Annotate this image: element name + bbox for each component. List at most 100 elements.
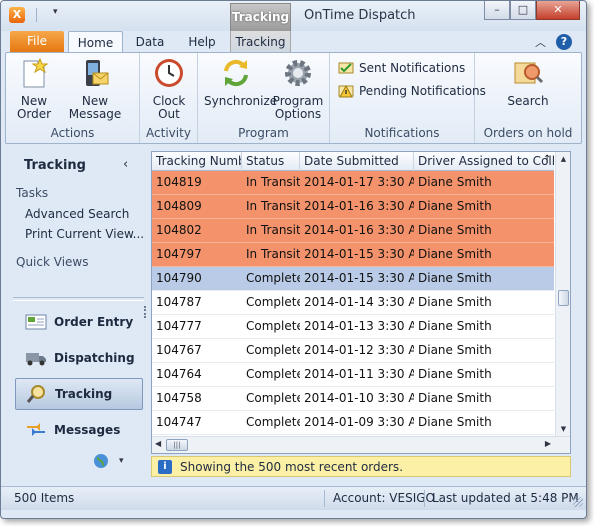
- cell-date-submitted: 2014-01-16 3:30 AM: [304, 199, 414, 213]
- sent-notifications-button[interactable]: Sent Notifications: [338, 59, 465, 77]
- cell-driver: Diane Smith: [418, 343, 492, 357]
- table-row[interactable]: 104747 Completed 2014-01-09 3:30 AM Diane S…: [152, 411, 554, 435]
- cell-driver: Diane Smith: [418, 247, 492, 261]
- tab-data[interactable]: Data: [129, 31, 171, 53]
- print-current-view-link[interactable]: Print Current View...: [25, 227, 144, 241]
- tab-home[interactable]: Home: [68, 31, 123, 53]
- column-driver-assigned[interactable]: Driver Assigned to Collect: [414, 152, 554, 171]
- new-message-button[interactable]: New Message: [60, 57, 130, 121]
- column-date-submitted[interactable]: Date Submitted: [300, 152, 414, 171]
- cell-tracking-number: 104777: [156, 319, 202, 333]
- collapse-pane-icon[interactable]: ‹: [123, 157, 128, 172]
- table-row[interactable]: 104790 Completed 2014-01-15 3:30 AM Diane S…: [152, 267, 554, 291]
- sort-indicator-icon: ↑: [543, 154, 552, 165]
- table-row[interactable]: 104767 Completed 2014-01-12 3:30 AM Diane S…: [152, 339, 554, 363]
- column-status[interactable]: Status: [242, 152, 300, 171]
- new-message-icon: [86, 60, 109, 86]
- sent-notifications-icon: [338, 62, 354, 74]
- table-row[interactable]: 104802 In Transit 2014-01-16 3:30 AM Diane …: [152, 219, 554, 243]
- help-icon[interactable]: ?: [556, 34, 572, 50]
- horizontal-scrollbar[interactable]: ◀ ||| ▶: [152, 436, 570, 453]
- horizontal-scroll-thumb[interactable]: |||: [166, 439, 188, 451]
- status-divider: [424, 490, 425, 507]
- nav-tracking[interactable]: Tracking: [15, 378, 143, 410]
- group-activity-label: Activity: [146, 126, 191, 140]
- new-order-button[interactable]: New Order: [14, 57, 54, 121]
- maximize-button[interactable]: □: [510, 1, 536, 20]
- synchronize-button[interactable]: Synchronize: [204, 57, 277, 108]
- cell-status: Completed: [246, 391, 300, 405]
- cell-status: Completed: [246, 415, 300, 429]
- navigation-pane: Tracking ‹ Tasks Advanced Search Print C…: [5, 149, 147, 483]
- vertical-scroll-thumb[interactable]: [558, 290, 569, 306]
- group-activity: Clock Out Activity: [140, 53, 198, 143]
- sent-notifications-label: Sent Notifications: [359, 61, 466, 75]
- globe-icon[interactable]: [93, 453, 109, 469]
- cell-date-submitted: 2014-01-15 3:30 AM: [304, 247, 414, 261]
- cell-driver: Diane Smith: [418, 415, 492, 429]
- cell-tracking-number: 104767: [156, 343, 202, 357]
- nav-messages[interactable]: Messages: [15, 414, 143, 446]
- vertical-scrollbar[interactable]: ▲ ▼: [555, 152, 570, 436]
- cell-date-submitted: 2014-01-12 3:30 AM: [304, 343, 414, 357]
- minimize-ribbon-icon[interactable]: ︿: [535, 34, 546, 50]
- account-status: Account: VESIGO: [333, 491, 435, 505]
- quick-access-dropdown-icon[interactable]: ▾: [53, 7, 58, 17]
- gear-icon: [285, 60, 311, 86]
- resize-grip[interactable]: [573, 497, 583, 507]
- tab-help[interactable]: Help: [181, 31, 223, 53]
- table-row[interactable]: 104777 Completed 2014-01-13 3:30 AM Diane S…: [152, 315, 554, 339]
- search-button[interactable]: Search: [499, 57, 557, 108]
- table-row[interactable]: 104797 In Transit 2014-01-15 3:30 AM Diane …: [152, 243, 554, 267]
- pending-notifications-label: Pending Notifications: [359, 84, 486, 98]
- cell-date-submitted: 2014-01-09 3:30 AM: [304, 415, 414, 429]
- cell-status: In Transit: [246, 247, 300, 261]
- cell-tracking-number: 104802: [156, 223, 202, 237]
- scroll-down-icon[interactable]: ▼: [556, 422, 571, 436]
- table-row[interactable]: 104809 In Transit 2014-01-16 3:30 AM Diane …: [152, 195, 554, 219]
- table-row[interactable]: 104787 Completed 2014-01-14 3:30 AM Diane S…: [152, 291, 554, 315]
- info-bar-text: Showing the 500 most recent orders.: [180, 459, 404, 474]
- cell-tracking-number: 104790: [156, 271, 202, 285]
- pending-notifications-icon: [338, 84, 354, 98]
- nav-dispatching[interactable]: Dispatching: [15, 342, 143, 374]
- nav-divider[interactable]: [13, 297, 144, 301]
- column-tracking-number[interactable]: Tracking Number: [152, 152, 242, 171]
- pending-notifications-button[interactable]: Pending Notifications: [338, 82, 486, 100]
- cell-driver: Diane Smith: [418, 271, 492, 285]
- cell-date-submitted: 2014-01-11 3:30 AM: [304, 367, 414, 381]
- cell-status: In Transit: [246, 223, 300, 237]
- cell-status: Completed: [246, 271, 300, 285]
- table-row[interactable]: 104764 Completed 2014-01-11 3:30 AM Diane S…: [152, 363, 554, 387]
- advanced-search-link[interactable]: Advanced Search: [25, 207, 129, 221]
- scroll-left-icon[interactable]: ◀: [155, 439, 161, 448]
- scroll-up-icon[interactable]: ▲: [556, 152, 571, 166]
- cell-tracking-number: 104809: [156, 199, 202, 213]
- splitter-grip[interactable]: [144, 306, 147, 318]
- scroll-right-icon[interactable]: ▶: [545, 439, 551, 448]
- tab-tracking[interactable]: Tracking: [230, 31, 291, 53]
- group-program: Synchronize Program Options Program: [198, 53, 330, 143]
- nav-tracking-label: Tracking: [55, 387, 113, 401]
- app-icon[interactable]: X: [9, 7, 25, 23]
- table-row[interactable]: 104758 Completed 2014-01-10 3:30 AM Diane S…: [152, 387, 554, 411]
- nav-order-entry[interactable]: Order Entry: [15, 306, 143, 338]
- tab-file[interactable]: File: [10, 31, 64, 52]
- close-button[interactable]: ✕: [536, 1, 580, 20]
- clock-icon: [155, 59, 183, 87]
- nav-order-entry-label: Order Entry: [54, 315, 134, 329]
- cell-driver: Diane Smith: [418, 295, 492, 309]
- nav-messages-label: Messages: [54, 423, 121, 437]
- minimize-button[interactable]: –: [484, 1, 510, 20]
- nav-configure-dropdown-icon[interactable]: ▾: [119, 456, 124, 466]
- search-icon: [514, 62, 544, 84]
- table-row[interactable]: 104819 In Transit 2014-01-17 3:30 AM Diane …: [152, 171, 554, 195]
- truck-icon: [26, 353, 46, 366]
- program-options-button[interactable]: Program Options: [272, 57, 324, 121]
- cell-status: In Transit: [246, 175, 300, 189]
- status-divider: [324, 490, 325, 507]
- cell-tracking-number: 104819: [156, 175, 202, 189]
- item-count: 500 Items: [14, 491, 75, 505]
- group-orders-on-hold: Search Orders on hold: [475, 53, 581, 143]
- clock-out-button[interactable]: Clock Out: [149, 57, 189, 121]
